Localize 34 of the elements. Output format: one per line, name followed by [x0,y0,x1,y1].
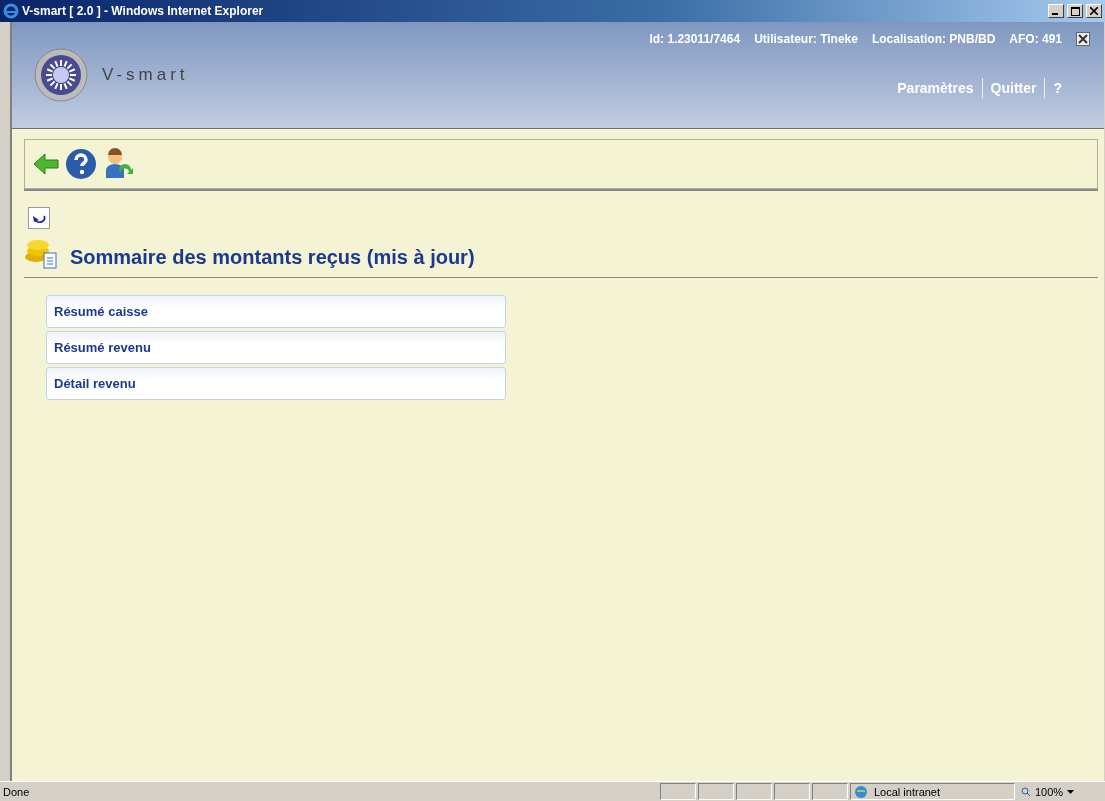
maximize-icon [1070,6,1080,16]
undo-button[interactable] [28,207,50,229]
zoom-button[interactable]: 100% [1021,783,1105,800]
user-refresh-icon[interactable] [103,148,133,180]
logo-text: V-smart [102,65,189,85]
security-zone: Local intranet [874,785,941,798]
zoom-icon [1021,786,1031,797]
caret-icon [1067,789,1076,794]
maximize-button[interactable] [1067,4,1083,18]
help-icon[interactable] [65,148,97,180]
session-info: Localisation: PNB/BD [871,32,996,46]
status-panel [698,783,734,800]
session-info: Utilisateur: Tineke [754,32,858,46]
session-info: Id: 1.23011/7464 [649,32,741,46]
close-button[interactable] [1086,4,1102,18]
status-panel [774,783,810,800]
logo-icon [34,48,88,102]
status-text: Done [2,785,31,798]
menu-item[interactable]: Résumé caisse [46,295,506,328]
close-icon [1090,7,1098,15]
menu-item[interactable]: Détail revenu [46,367,506,400]
window-title: V-smart [ 2.0 ] - Windows Internet Explorer [22,4,265,18]
close-icon[interactable] [1076,32,1090,46]
back-icon[interactable] [33,153,59,175]
status-panel [660,783,696,800]
session-info: AFO: 491 [1009,32,1062,46]
globe-icon [854,784,870,799]
page-title: Sommaire des montants reçus (mis à jour) [70,246,475,269]
status-panel [812,783,848,800]
menu-item[interactable]: Résumé revenu [46,331,506,364]
status-panel [736,783,772,800]
minimize-button[interactable] [1048,4,1064,18]
coins-icon [24,239,58,269]
browser-icon [3,3,19,19]
